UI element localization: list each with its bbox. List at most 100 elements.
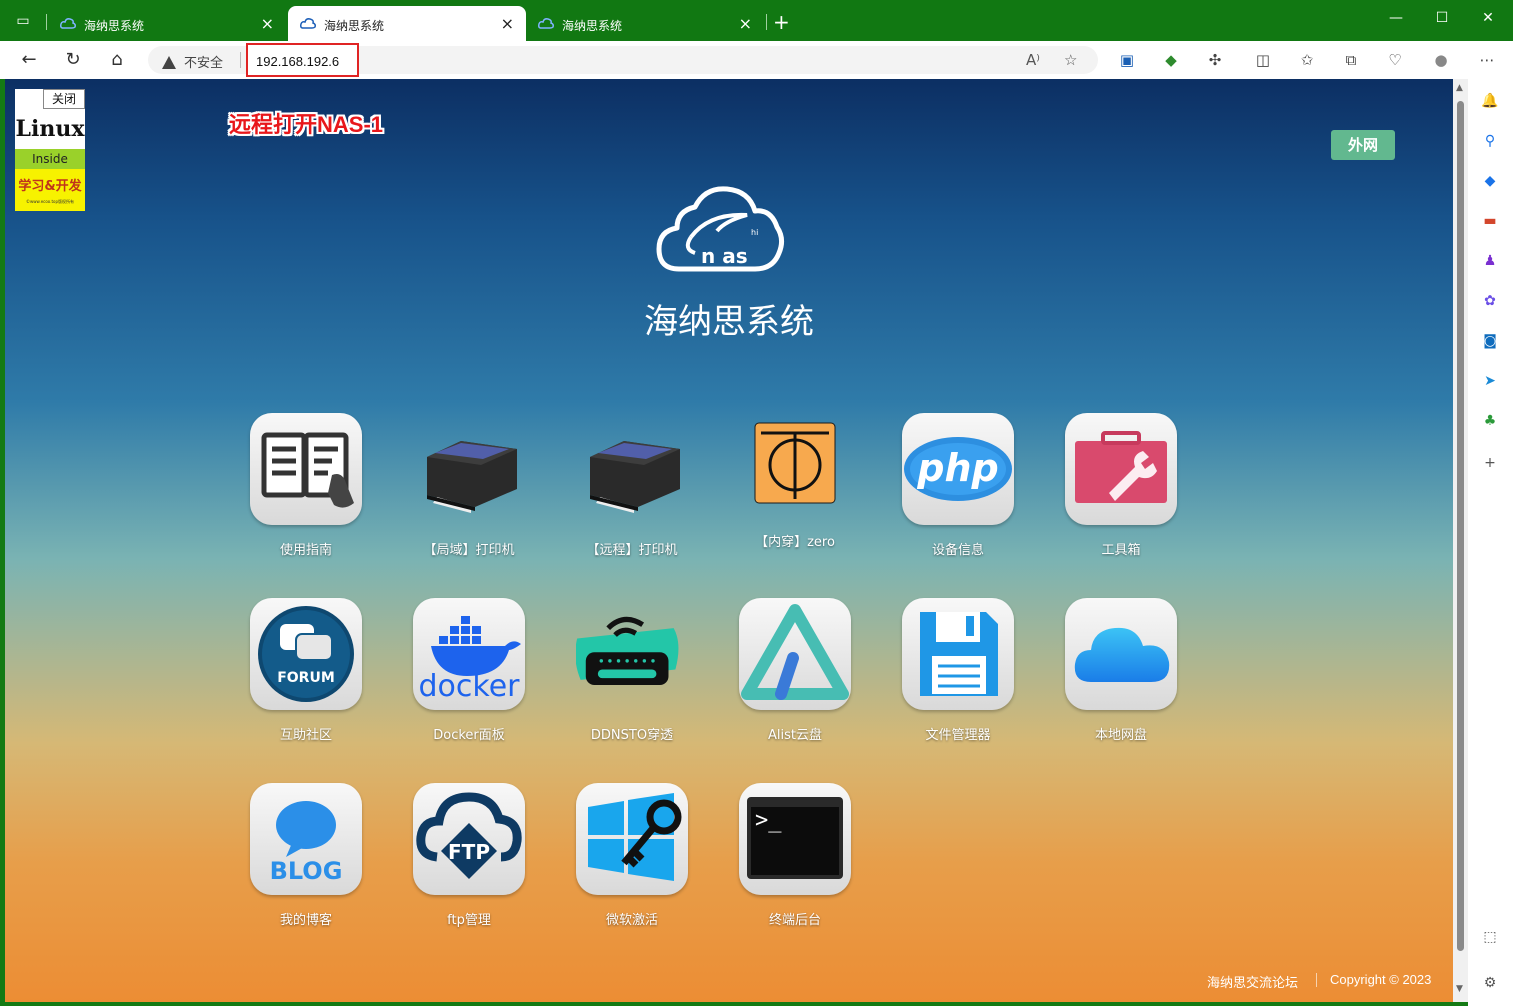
zerotier-icon[interactable] — [739, 413, 851, 525]
alist-icon[interactable] — [739, 598, 851, 710]
outlook-icon[interactable]: ◙ — [1480, 331, 1500, 351]
url-text[interactable]: 192.168.192.6 — [256, 54, 339, 69]
address-bar[interactable]: 不安全 192.168.192.6 A⁾ ☆ — [148, 43, 1098, 77]
printer-icon[interactable] — [576, 413, 688, 525]
terminal-icon[interactable]: >_ — [739, 783, 851, 895]
search-icon[interactable]: ⚲ — [1480, 131, 1500, 151]
app-toolbox[interactable]: 工具箱 — [1061, 413, 1181, 563]
settings-gear-icon[interactable]: ⚙ — [1480, 973, 1500, 993]
edge-sidebar: 🔔 ⚲ ◆ ▬ ♟ ✿ ◙ ➤ ♣ + ⬚ ⚙ — [1468, 79, 1513, 1006]
tab-close-icon[interactable]: × — [261, 14, 274, 33]
app-label: 【局域】打印机 — [423, 543, 515, 558]
logo-hi-text: hi — [751, 228, 758, 237]
browser-essentials-icon[interactable]: ♡ — [1385, 50, 1405, 70]
tab-close-icon[interactable]: × — [501, 14, 514, 33]
tree-icon[interactable]: ♣ — [1480, 411, 1500, 431]
scroll-thumb[interactable] — [1457, 101, 1464, 951]
toolbox-icon[interactable] — [1065, 413, 1177, 525]
app-device-info[interactable]: php 设备信息 — [898, 413, 1018, 563]
split-screen-icon[interactable]: ◫ — [1253, 50, 1273, 70]
save-disk-icon[interactable]: ▣ — [1117, 50, 1137, 70]
app-terminal[interactable]: >_ 终端后台 — [735, 783, 855, 933]
warning-icon — [162, 56, 176, 69]
scroll-up-arrow-icon[interactable]: ▲ — [1456, 83, 1463, 93]
home-icon[interactable]: ⌂ — [106, 49, 128, 71]
app-guide[interactable]: 使用指南 — [246, 413, 366, 563]
printer-icon[interactable] — [413, 413, 525, 525]
tab-close-icon[interactable]: × — [739, 14, 752, 33]
docker-icon[interactable]: docker — [413, 598, 525, 710]
app-ddnsto[interactable]: DDNSTO穿透 — [572, 598, 692, 748]
more-menu-icon[interactable]: ⋯ — [1477, 50, 1497, 70]
favorites-icon[interactable]: ✩ — [1297, 50, 1317, 70]
maximize-button[interactable]: ☐ — [1432, 10, 1452, 26]
app-blog[interactable]: BLOG 我的博客 — [246, 783, 366, 933]
page-scrollbar[interactable]: ▲ ▼ — [1453, 79, 1468, 1002]
app-docker[interactable]: docker Docker面板 — [409, 598, 529, 748]
browser-toolbar: ← ↻ ⌂ 不安全 192.168.192.6 A⁾ ☆ ▣ ◆ ✣ ◫ ✩ ⧉… — [0, 41, 1513, 79]
app-alist[interactable]: Alist云盘 — [735, 598, 855, 748]
scroll-down-arrow-icon[interactable]: ▼ — [1456, 984, 1463, 994]
app-zerotier[interactable]: 【内穿】zero — [735, 413, 855, 563]
app-ftp[interactable]: FTP ftp管理 — [409, 783, 529, 933]
ad-close-button[interactable]: 关闭 — [43, 89, 85, 109]
router-icon[interactable] — [576, 598, 688, 710]
cloud-icon[interactable] — [1065, 598, 1177, 710]
send-icon[interactable]: ➤ — [1480, 371, 1500, 391]
forum-icon[interactable]: FORUM — [250, 598, 362, 710]
bell-icon[interactable]: 🔔 — [1480, 91, 1500, 111]
tab-actions-icon[interactable]: ▭ — [14, 12, 32, 30]
profile-avatar-icon[interactable]: ● — [1431, 50, 1451, 70]
floppy-icon[interactable] — [902, 598, 1014, 710]
ftp-icon[interactable]: FTP — [413, 783, 525, 895]
windows-key-icon[interactable] — [576, 783, 688, 895]
blog-icon[interactable]: BLOG — [250, 783, 362, 895]
tab-title: 海纳思系统 — [562, 19, 623, 33]
ftp-badge-text: FTP — [448, 840, 490, 864]
favorite-star-icon[interactable]: ☆ — [1064, 51, 1077, 69]
ad-fine-print: ©www.ecoo.top版权所有 — [25, 199, 75, 204]
copilot-icon[interactable]: ✿ — [1480, 291, 1500, 311]
collections-icon[interactable]: ⧉ — [1341, 50, 1361, 70]
ad-top-blank — [15, 89, 43, 109]
shopping-tag-icon[interactable]: ◆ — [1480, 171, 1500, 191]
refresh-icon[interactable]: ↻ — [62, 49, 84, 71]
logo-nas-text: n as — [701, 244, 748, 268]
security-indicator[interactable]: 不安全 — [162, 52, 223, 71]
close-window-button[interactable]: ✕ — [1478, 10, 1498, 26]
external-network-button[interactable]: 外网 — [1331, 130, 1395, 160]
tab-2[interactable]: 海纳思系统 × — [288, 6, 526, 41]
app-local-drive[interactable]: 本地网盘 — [1061, 598, 1181, 748]
tab-3[interactable]: 海纳思系统 × — [526, 6, 764, 41]
book-icon[interactable] — [250, 413, 362, 525]
nas-cloud-favicon-icon — [60, 18, 76, 29]
url-highlight-box[interactable]: 192.168.192.6 — [246, 43, 359, 77]
app-label: Docker面板 — [433, 728, 505, 743]
back-arrow-icon[interactable]: ← — [18, 49, 40, 71]
tab-1[interactable]: 海纳思系统 × — [48, 6, 286, 41]
app-file-manager[interactable]: 文件管理器 — [898, 598, 1018, 748]
app-label: 工具箱 — [1101, 543, 1141, 558]
tab-title: 海纳思系统 — [84, 19, 145, 33]
games-icon[interactable]: ♟ — [1480, 251, 1500, 271]
app-forum[interactable]: FORUM 互助社区 — [246, 598, 366, 748]
app-remote-printer[interactable]: 【远程】打印机 — [572, 413, 692, 563]
minimize-button[interactable]: — — [1386, 10, 1406, 26]
linux-ad-banner[interactable]: 关闭 Linux Inside 学习&开发 ©www.ecoo.top版权所有 — [15, 89, 85, 211]
app-lan-printer[interactable]: 【局域】打印机 — [409, 413, 529, 563]
app-label: 使用指南 — [279, 543, 332, 558]
blog-badge-text: BLOG — [270, 857, 343, 885]
add-sidebar-icon[interactable]: + — [1480, 453, 1500, 473]
read-aloud-icon[interactable]: A⁾ — [1026, 51, 1040, 69]
app-ms-activation[interactable]: 微软激活 — [572, 783, 692, 933]
extensions-icon[interactable]: ✣ — [1205, 50, 1225, 70]
screenshot-icon[interactable]: ⬚ — [1480, 927, 1500, 947]
new-tab-button[interactable]: + — [773, 10, 790, 34]
red-annotation-label: 远程打开NAS-1 — [229, 112, 384, 137]
php-icon[interactable]: php — [902, 413, 1014, 525]
extension-globe-icon[interactable]: ◆ — [1161, 50, 1181, 70]
forum-footer-link[interactable]: 海纳思交流论坛 — [1207, 972, 1298, 991]
app-label: 终端后台 — [768, 913, 821, 928]
tools-icon[interactable]: ▬ — [1480, 211, 1500, 231]
app-label: 【远程】打印机 — [586, 543, 678, 558]
